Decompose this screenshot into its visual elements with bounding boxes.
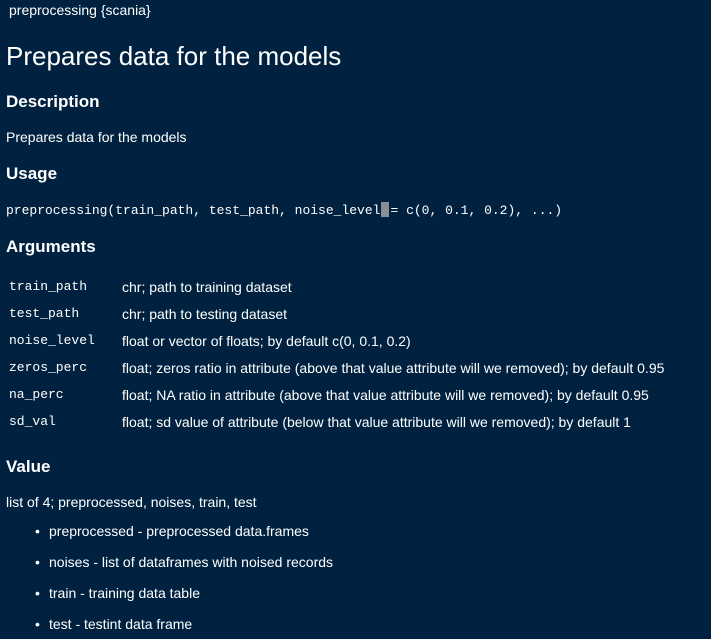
description-text: Prepares data for the models xyxy=(6,129,187,145)
arguments-heading: Arguments xyxy=(6,237,96,256)
bullet-icon: • xyxy=(35,554,40,570)
argument-name: na_perc xyxy=(9,387,64,402)
table-row: train_path chr; path to training dataset xyxy=(6,273,664,300)
usage-heading: Usage xyxy=(6,164,58,183)
usage-code-part2: = c(0, 0.1, 0.2), ...) xyxy=(390,203,563,218)
list-item-text: preprocessed - preprocessed data.frames xyxy=(49,523,309,539)
value-heading: Value xyxy=(6,457,51,476)
argument-name: train_path xyxy=(9,279,88,294)
list-item-text: train - training data table xyxy=(49,585,200,601)
value-list: • preprocessed - preprocessed data.frames… xyxy=(6,523,711,633)
argument-name: zeros_perc xyxy=(9,360,88,375)
table-row: test_path chr; path to testing dataset xyxy=(6,300,664,327)
table-row: sd_val float; sd value of attribute (bel… xyxy=(6,408,664,435)
argument-name: sd_val xyxy=(9,414,56,429)
list-item-text: noises - list of dataframes with noised … xyxy=(49,554,334,570)
argument-description: chr; path to training dataset xyxy=(122,278,292,295)
argument-description: float or vector of floats; by default c(… xyxy=(122,332,411,349)
table-row: zeros_perc float; zeros ratio in attribu… xyxy=(6,354,664,381)
argument-description: float; NA ratio in attribute (above that… xyxy=(122,386,649,403)
argument-description: float; zeros ratio in attribute (above t… xyxy=(122,359,665,376)
arguments-table: train_path chr; path to training dataset… xyxy=(6,273,664,435)
table-row: noise_level float or vector of floats; b… xyxy=(6,327,664,354)
help-page: preprocessing {scania} Prepares data for… xyxy=(0,0,711,639)
list-item: • preprocessed - preprocessed data.frames xyxy=(35,523,711,540)
bullet-icon: • xyxy=(35,523,40,539)
bullet-icon: • xyxy=(35,616,40,632)
page-title: Prepares data for the models xyxy=(6,41,342,71)
value-text: list of 4; preprocessed, noises, train, … xyxy=(6,494,257,510)
argument-description: float; sd value of attribute (below that… xyxy=(122,413,631,430)
usage-code-part1: preprocessing(train_path, test_path, noi… xyxy=(6,203,381,218)
package-header: preprocessing {scania} xyxy=(9,2,151,18)
table-row: na_perc float; NA ratio in attribute (ab… xyxy=(6,381,664,408)
list-item: • test - testint data frame xyxy=(35,616,711,633)
list-item-text: test - testint data frame xyxy=(49,616,193,632)
bullet-icon: • xyxy=(35,585,40,601)
description-heading: Description xyxy=(6,92,100,111)
list-item: • noises - list of dataframes with noised… xyxy=(35,554,711,571)
argument-name: noise_level xyxy=(9,333,95,348)
argument-name: test_path xyxy=(9,306,80,321)
list-item: • train - training data table xyxy=(35,585,711,602)
text-cursor xyxy=(381,202,390,217)
argument-description: chr; path to testing dataset xyxy=(122,305,287,322)
usage-code[interactable]: preprocessing(train_path, test_path, noi… xyxy=(6,202,711,219)
